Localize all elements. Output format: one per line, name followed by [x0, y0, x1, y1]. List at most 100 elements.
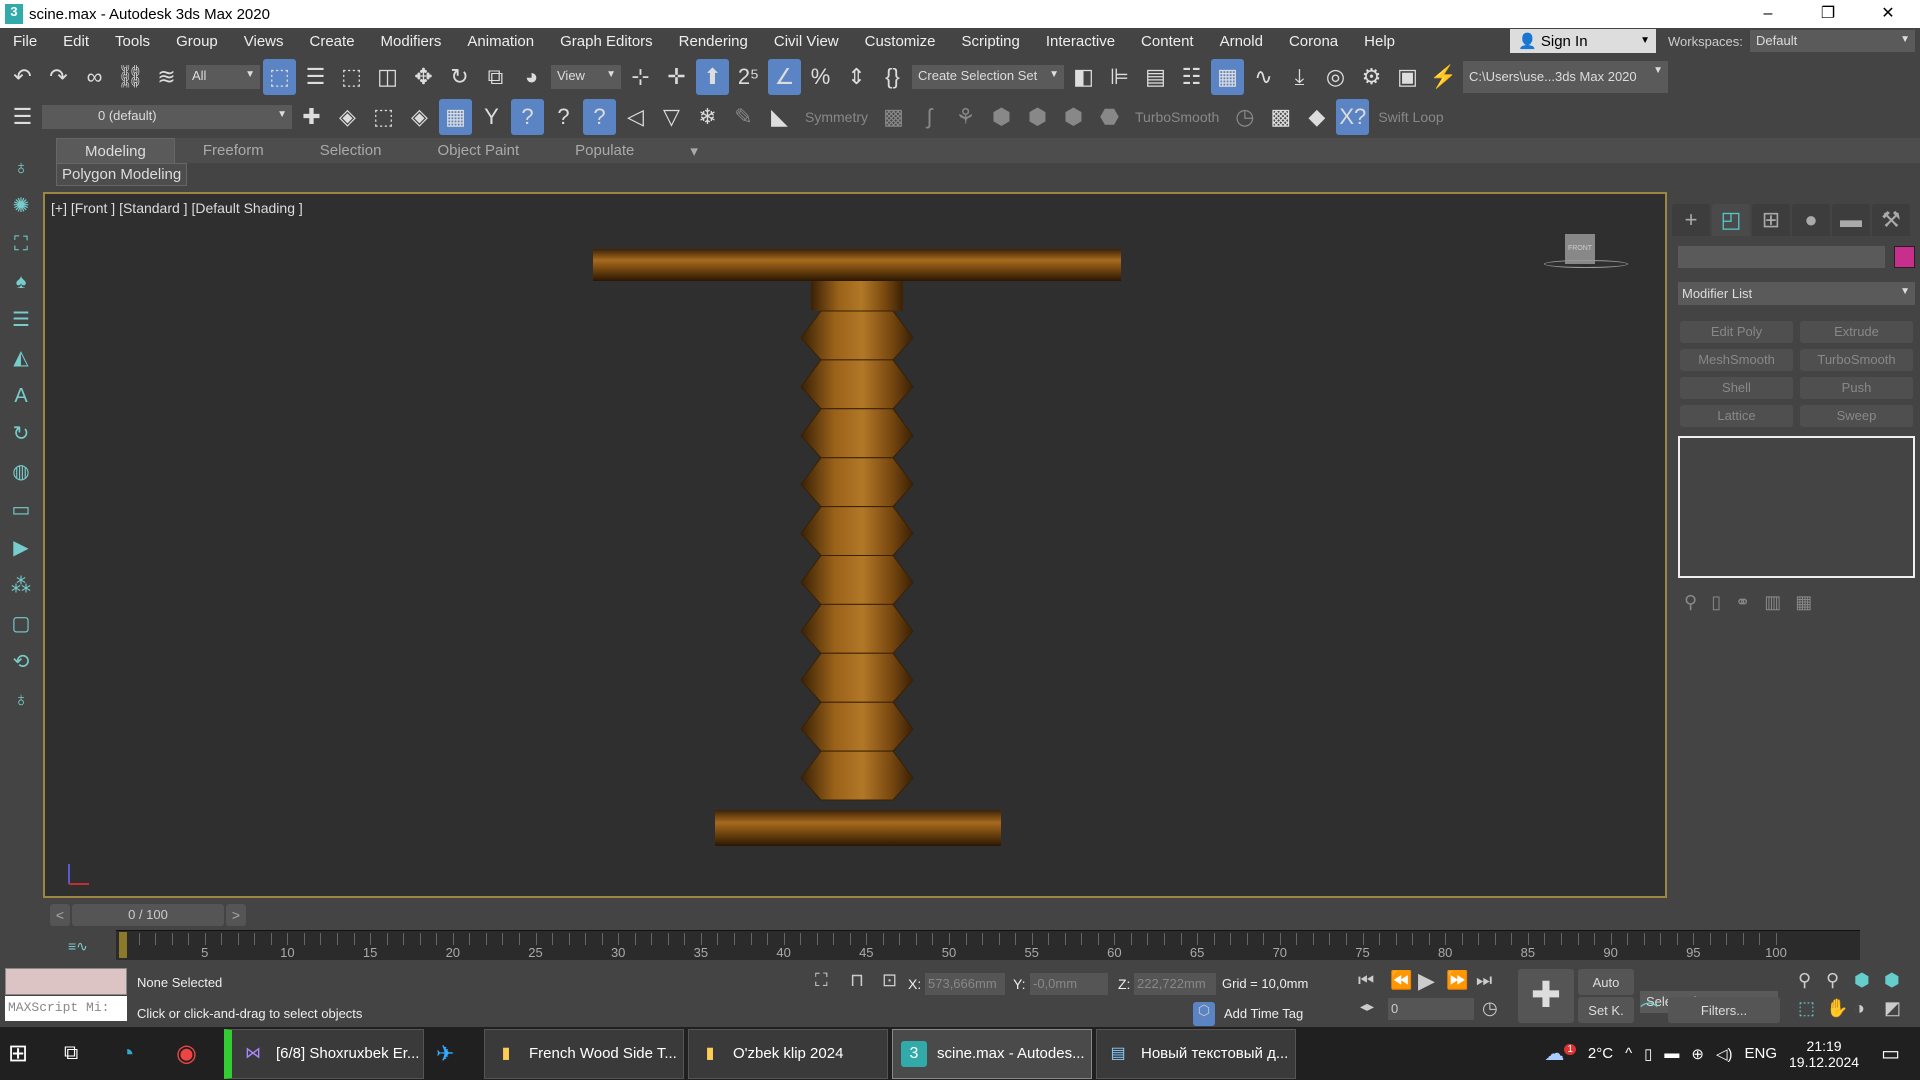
language-indicator[interactable]: ENG	[1745, 1045, 1778, 1062]
table-top[interactable]	[593, 249, 1121, 281]
plane-icon[interactable]: ▭	[6, 494, 36, 526]
menu-modifiers[interactable]: Modifiers	[368, 33, 455, 50]
ribbon-toggle-icon[interactable]: ▦	[1211, 59, 1244, 95]
key-mode-icon[interactable]: ◂▸	[1360, 998, 1374, 1015]
go-to-end-icon[interactable]: ⏭	[1476, 970, 1492, 991]
scene-explorer-icon[interactable]: ▤	[1139, 59, 1172, 95]
z-coordinate-field[interactable]: 222,722mm	[1134, 973, 1216, 995]
reference-coordinate-dropdown[interactable]: View	[551, 65, 621, 89]
remove-modifier-icon[interactable]: ▥	[1764, 592, 1781, 613]
polygon-modeling-panel[interactable]: Polygon Modeling	[56, 163, 188, 186]
select-object-icon[interactable]: ⬚	[263, 59, 296, 95]
mirror-icon[interactable]: ◧	[1067, 59, 1100, 95]
volume-icon[interactable]: ◁)	[1716, 1045, 1733, 1063]
spinner-snap-icon[interactable]: ⇕	[840, 59, 873, 95]
add-time-tag-button[interactable]: Add Time Tag	[1224, 1006, 1303, 1021]
minimize-button[interactable]: –	[1740, 0, 1796, 28]
selection-lock-icon[interactable]: ⊓	[850, 970, 864, 991]
freeze-icon[interactable]: ❄	[691, 99, 724, 135]
menu-interactive[interactable]: Interactive	[1033, 33, 1128, 50]
redo-icon[interactable]: ↷	[42, 59, 75, 95]
menu-customize[interactable]: Customize	[852, 33, 949, 50]
object-name-field[interactable]	[1678, 246, 1885, 268]
modifier-list-dropdown[interactable]: Modifier List	[1678, 282, 1915, 305]
temperature[interactable]: 2°C	[1588, 1045, 1613, 1062]
move-icon[interactable]: ✥	[407, 59, 440, 95]
modifier-button-shell[interactable]: Shell	[1680, 377, 1793, 399]
modifier-button-push[interactable]: Push	[1800, 377, 1913, 399]
telegram-icon[interactable]: ✈	[428, 1029, 484, 1079]
modifier-button-sweep[interactable]: Sweep	[1800, 405, 1913, 427]
cube-modifier-icon[interactable]: ⬢	[985, 99, 1018, 135]
viewport-front[interactable]: [+] [Front ] [Standard ] [Default Shadin…	[43, 192, 1667, 898]
modifier-button-lattice[interactable]: Lattice	[1680, 405, 1793, 427]
scale-icon[interactable]: ⧉	[479, 59, 512, 95]
maximize-viewport-icon[interactable]: ◩	[1884, 998, 1901, 1019]
render-setup-icon[interactable]: ⚙	[1355, 59, 1388, 95]
next-frame-button[interactable]: >	[226, 904, 246, 926]
rendered-frame-window-icon[interactable]: ▣	[1391, 59, 1424, 95]
percent-snap-icon[interactable]: %	[804, 59, 837, 95]
zoom-extents-icon[interactable]: ⬢	[1854, 970, 1870, 991]
ribbon-tab-freeform[interactable]: Freeform	[175, 138, 292, 163]
ribbon-tab-populate[interactable]: Populate	[547, 138, 662, 163]
select-by-name-icon[interactable]: ☰	[299, 59, 332, 95]
modifier-button-turbosmooth[interactable]: TurboSmooth	[1800, 349, 1913, 371]
schematic-view-icon[interactable]: ⤓	[1283, 59, 1316, 95]
snaps-toggle-icon[interactable]: 2⁵	[732, 59, 765, 95]
light-icon[interactable]: ♁	[6, 152, 36, 184]
text-icon[interactable]: A	[6, 380, 36, 412]
workspaces-dropdown[interactable]: Default	[1750, 30, 1915, 52]
taskbar-app-4[interactable]: 3 scine.max - Autodes...	[892, 1028, 1092, 1079]
shape-icon[interactable]: ◭	[6, 342, 36, 374]
turbosmooth-icon[interactable]: ⬣	[1093, 99, 1126, 135]
select-manipulate-icon[interactable]: ✛	[660, 59, 693, 95]
symmetry-label[interactable]: Symmetry	[799, 109, 874, 125]
particles-icon[interactable]: ⁂	[6, 570, 36, 602]
display-tab-icon[interactable]: ▬	[1832, 204, 1870, 236]
object-color-swatch[interactable]	[1894, 246, 1915, 268]
listener-swatch[interactable]	[5, 968, 127, 995]
zoom-extents-all-icon[interactable]: ⬢	[1884, 970, 1900, 991]
taskbar-app-3[interactable]: ▮ O'zbek klip 2024	[688, 1028, 888, 1079]
time-tag-icon[interactable]: ⬡	[1193, 1002, 1215, 1026]
motion-tab-icon[interactable]: ●	[1792, 204, 1830, 236]
ribbon-tab-modeling[interactable]: Modeling	[56, 138, 175, 163]
checker-icon[interactable]: ▩	[1264, 99, 1297, 135]
configure-modifier-sets-icon[interactable]: ▦	[1795, 592, 1812, 613]
render-icon[interactable]: ▶	[6, 532, 36, 564]
make-unique-icon[interactable]: ⚭	[1735, 592, 1750, 613]
current-frame-field[interactable]: 0	[1388, 998, 1474, 1020]
rotate-icon[interactable]: ↻	[443, 59, 476, 95]
align-icon[interactable]: ⊫	[1103, 59, 1136, 95]
modifier-button-meshsmooth[interactable]: MeshSmooth	[1680, 349, 1793, 371]
menu-help[interactable]: Help	[1351, 33, 1408, 50]
ribbon-tab-selection[interactable]: Selection	[292, 138, 410, 163]
layer-explorer-icon[interactable]: ☷	[1175, 59, 1208, 95]
menu-create[interactable]: Create	[297, 33, 368, 50]
paint-icon[interactable]: ✎	[727, 99, 760, 135]
battery-icon[interactable]: ▬	[1664, 1045, 1679, 1062]
snap-perpendicular-icon[interactable]: ◁	[619, 99, 652, 135]
clock-icon[interactable]: ◷	[1228, 99, 1261, 135]
weather-icon[interactable]: ☁ 1	[1544, 1041, 1576, 1066]
modifier-button-edit-poly[interactable]: Edit Poly	[1680, 321, 1793, 343]
pan-icon[interactable]: ✋	[1826, 998, 1848, 1019]
ribbon-tab-object-paint[interactable]: Object Paint	[409, 138, 547, 163]
menu-animation[interactable]: Animation	[454, 33, 547, 50]
menu-scripting[interactable]: Scripting	[948, 33, 1032, 50]
orbit-icon[interactable]: ⟲	[6, 646, 36, 678]
menu-arnold[interactable]: Arnold	[1207, 33, 1276, 50]
show-hidden-icons-icon[interactable]: ^	[1625, 1045, 1632, 1062]
swift-loop-label[interactable]: Swift Loop	[1372, 109, 1449, 125]
play-icon[interactable]: ▶	[1418, 968, 1435, 994]
modifier-button-extrude[interactable]: Extrude	[1800, 321, 1913, 343]
key-tangent-icon[interactable]: ⌒	[1640, 998, 1658, 1024]
time-slider-thumb[interactable]: 0 / 100	[72, 904, 224, 926]
edit-named-selection-icon[interactable]: {}	[876, 59, 909, 95]
isolate-selection-icon[interactable]: ⛶	[815, 970, 828, 991]
keyboard-shortcut-override-icon[interactable]: ⬆	[696, 59, 729, 95]
grid-snap-icon[interactable]: ▦	[439, 99, 472, 135]
curve-editor-icon[interactable]: ∿	[1247, 59, 1280, 95]
time-configuration-icon[interactable]: ◷	[1482, 998, 1498, 1019]
